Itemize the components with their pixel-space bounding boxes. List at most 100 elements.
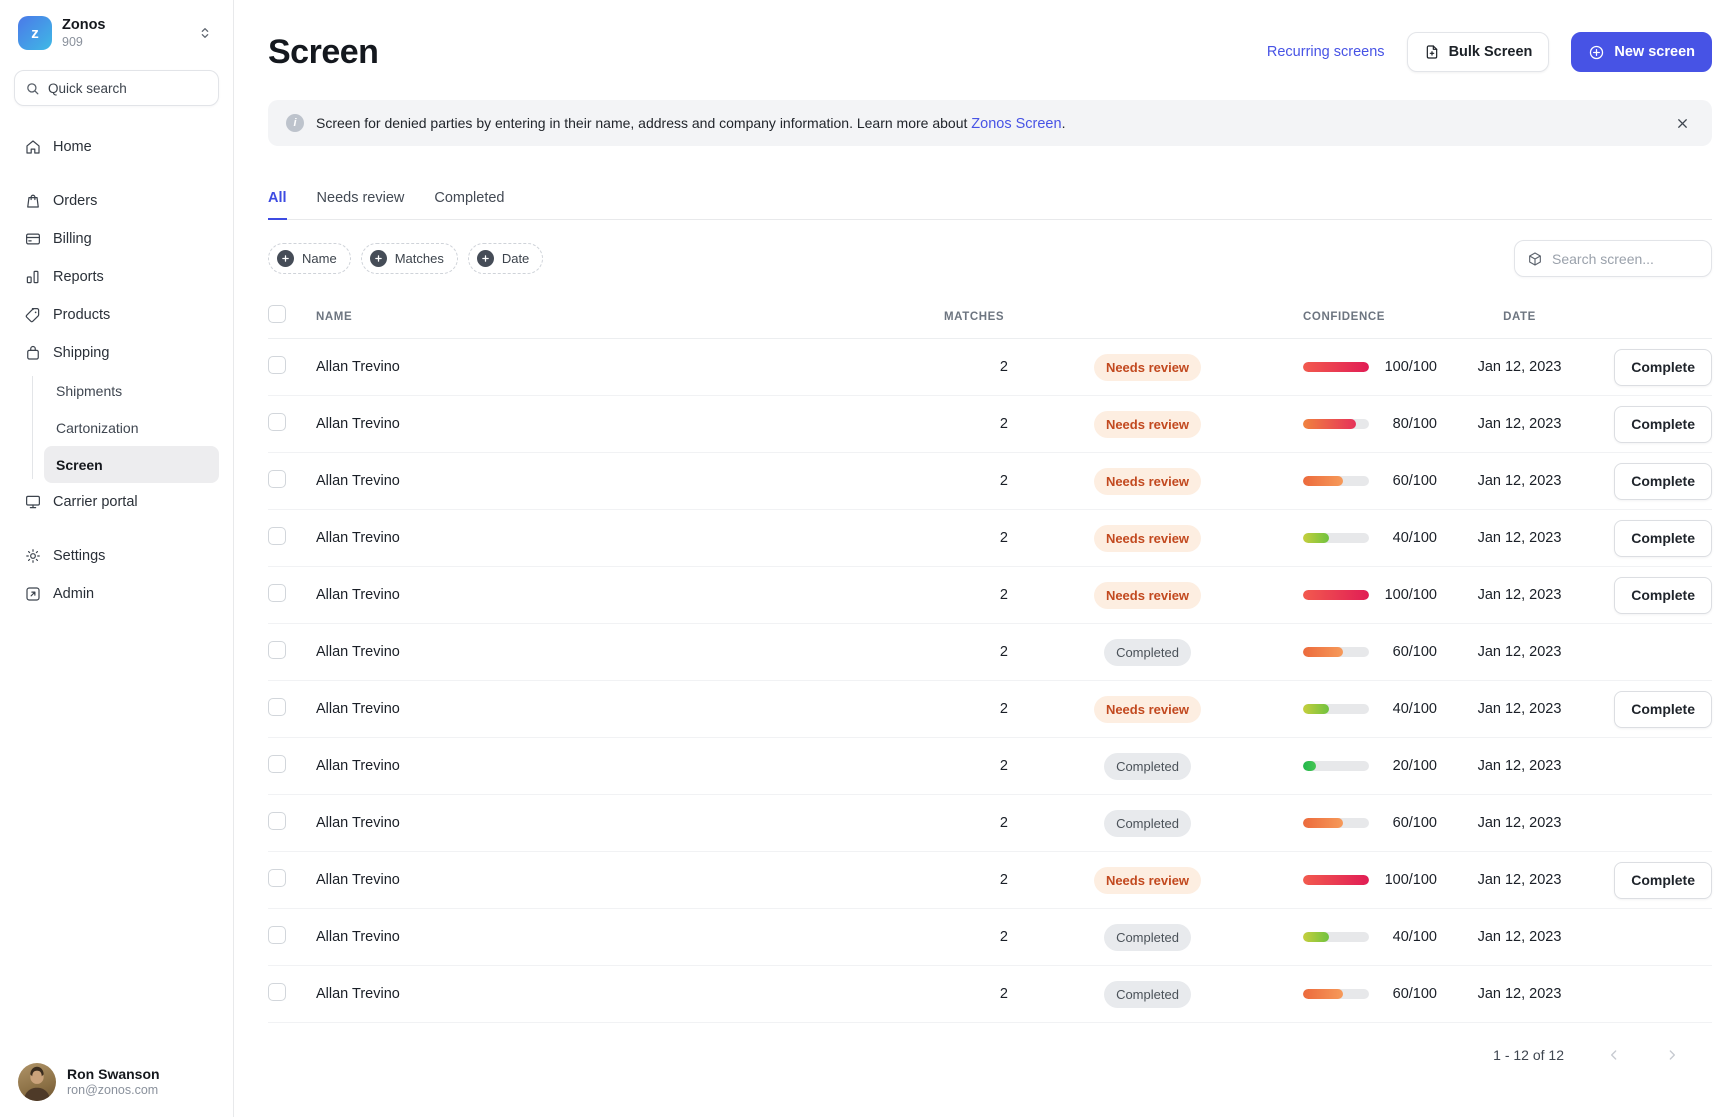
confidence-score: 40/100 bbox=[1369, 929, 1437, 945]
row-checkbox[interactable] bbox=[268, 356, 286, 374]
sidebar-item-carrier-portal[interactable]: Carrier portal bbox=[14, 483, 219, 521]
filter-pill-matches[interactable]: Matches bbox=[361, 243, 458, 274]
row-checkbox[interactable] bbox=[268, 755, 286, 773]
row-checkbox[interactable] bbox=[268, 641, 286, 659]
status-badge-cell: Completed bbox=[1008, 810, 1287, 837]
confidence-bar-fill bbox=[1303, 932, 1329, 942]
status-badge-cell: Needs review bbox=[1008, 468, 1287, 495]
sidebar-item-label: Products bbox=[53, 307, 110, 323]
bulk-screen-button[interactable]: Bulk Screen bbox=[1407, 32, 1550, 72]
sidebar-item-admin[interactable]: Admin bbox=[14, 575, 219, 613]
confidence-cell: 60/100 bbox=[1287, 644, 1437, 660]
status-badge-cell: Needs review bbox=[1008, 354, 1287, 381]
row-checkbox[interactable] bbox=[268, 470, 286, 488]
chevron-left-icon[interactable] bbox=[1602, 1043, 1626, 1067]
sidebar-item-billing[interactable]: Billing bbox=[14, 220, 219, 258]
user-menu[interactable]: Ron Swanson ron@zonos.com bbox=[14, 1057, 219, 1103]
status-badge: Needs review bbox=[1094, 411, 1201, 438]
row-date: Jan 12, 2023 bbox=[1437, 473, 1602, 489]
row-matches: 2 bbox=[944, 986, 1008, 1002]
sidebar-subitem-label: Cartonization bbox=[56, 420, 139, 436]
org-switcher[interactable]: z Zonos 909 bbox=[14, 16, 219, 50]
select-all-checkbox[interactable] bbox=[268, 305, 286, 323]
row-date: Jan 12, 2023 bbox=[1437, 758, 1602, 774]
row-checkbox[interactable] bbox=[268, 413, 286, 431]
sidebar-item-screen[interactable]: Screen bbox=[44, 446, 219, 483]
confidence-score: 80/100 bbox=[1369, 416, 1437, 432]
row-checkbox[interactable] bbox=[268, 527, 286, 545]
row-checkbox[interactable] bbox=[268, 983, 286, 1001]
sidebar-item-shipments[interactable]: Shipments bbox=[44, 372, 219, 409]
quick-search-input[interactable] bbox=[48, 81, 208, 96]
pagination: 1 - 12 of 12 bbox=[268, 1023, 1712, 1067]
complete-button[interactable]: Complete bbox=[1614, 691, 1712, 728]
tab-needs-review[interactable]: Needs review bbox=[317, 190, 405, 220]
screen-search[interactable] bbox=[1514, 240, 1712, 277]
status-badge: Needs review bbox=[1094, 696, 1201, 723]
sidebar-item-label: Settings bbox=[53, 548, 105, 564]
row-checkbox-cell bbox=[268, 983, 316, 1006]
row-action-cell: Complete bbox=[1602, 406, 1712, 443]
zonos-screen-link[interactable]: Zonos Screen bbox=[971, 116, 1061, 132]
sidebar-item-shipping[interactable]: Shipping bbox=[14, 334, 219, 372]
row-matches: 2 bbox=[944, 530, 1008, 546]
confidence-cell: 60/100 bbox=[1287, 815, 1437, 831]
row-action-cell: Complete bbox=[1602, 862, 1712, 899]
status-badge: Needs review bbox=[1094, 867, 1201, 894]
row-checkbox[interactable] bbox=[268, 584, 286, 602]
orders-icon bbox=[24, 192, 42, 210]
info-banner: i Screen for denied parties by entering … bbox=[268, 100, 1712, 146]
confidence-bar-fill bbox=[1303, 875, 1369, 885]
filter-pill-label: Name bbox=[302, 251, 337, 266]
confidence-bar bbox=[1303, 818, 1369, 828]
chevron-up-down-icon[interactable] bbox=[195, 23, 215, 43]
status-badge: Needs review bbox=[1094, 525, 1201, 552]
filter-pill-date[interactable]: Date bbox=[468, 243, 543, 274]
org-logo: z bbox=[18, 16, 52, 50]
column-header-name: NAME bbox=[316, 311, 944, 323]
row-action-cell: Complete bbox=[1602, 691, 1712, 728]
chevron-right-icon[interactable] bbox=[1660, 1043, 1684, 1067]
sidebar-item-settings[interactable]: Settings bbox=[14, 537, 219, 575]
row-matches: 2 bbox=[944, 587, 1008, 603]
sidebar-item-reports[interactable]: Reports bbox=[14, 258, 219, 296]
filter-pills: Name Matches Date bbox=[268, 243, 543, 274]
status-badge-cell: Needs review bbox=[1008, 411, 1287, 438]
table-row: Allan Trevino2Needs review100/100Jan 12,… bbox=[268, 852, 1712, 909]
sidebar-item-home[interactable]: Home bbox=[14, 128, 219, 166]
complete-button[interactable]: Complete bbox=[1614, 862, 1712, 899]
complete-button[interactable]: Complete bbox=[1614, 520, 1712, 557]
status-badge-cell: Completed bbox=[1008, 753, 1287, 780]
status-badge: Completed bbox=[1104, 810, 1191, 837]
filter-pill-name[interactable]: Name bbox=[268, 243, 351, 274]
complete-button[interactable]: Complete bbox=[1614, 577, 1712, 614]
confidence-bar-fill bbox=[1303, 362, 1369, 372]
filter-pill-label: Matches bbox=[395, 251, 444, 266]
sidebar-nav: Home OrdersBillingReports Products Shipping… bbox=[14, 120, 219, 1057]
row-checkbox[interactable] bbox=[268, 812, 286, 830]
row-checkbox-cell bbox=[268, 470, 316, 493]
row-date: Jan 12, 2023 bbox=[1437, 416, 1602, 432]
plus-circle-icon bbox=[1588, 44, 1605, 61]
row-date: Jan 12, 2023 bbox=[1437, 701, 1602, 717]
row-checkbox[interactable] bbox=[268, 869, 286, 887]
complete-button[interactable]: Complete bbox=[1614, 463, 1712, 500]
tab-completed[interactable]: Completed bbox=[434, 190, 504, 220]
sidebar-item-products[interactable]: Products bbox=[14, 296, 219, 334]
close-icon[interactable] bbox=[1671, 112, 1694, 135]
new-screen-button[interactable]: New screen bbox=[1571, 32, 1712, 72]
row-checkbox[interactable] bbox=[268, 926, 286, 944]
sidebar-item-label: Admin bbox=[53, 586, 94, 602]
row-checkbox[interactable] bbox=[268, 698, 286, 716]
confidence-bar bbox=[1303, 419, 1369, 429]
recurring-screens-link[interactable]: Recurring screens bbox=[1267, 44, 1385, 60]
screen-search-input[interactable] bbox=[1552, 251, 1699, 267]
row-date: Jan 12, 2023 bbox=[1437, 644, 1602, 660]
status-badge: Completed bbox=[1104, 639, 1191, 666]
complete-button[interactable]: Complete bbox=[1614, 349, 1712, 386]
sidebar-item-orders[interactable]: Orders bbox=[14, 182, 219, 220]
quick-search[interactable] bbox=[14, 70, 219, 106]
complete-button[interactable]: Complete bbox=[1614, 406, 1712, 443]
sidebar-item-cartonization[interactable]: Cartonization bbox=[44, 409, 219, 446]
tab-all[interactable]: All bbox=[268, 190, 287, 220]
